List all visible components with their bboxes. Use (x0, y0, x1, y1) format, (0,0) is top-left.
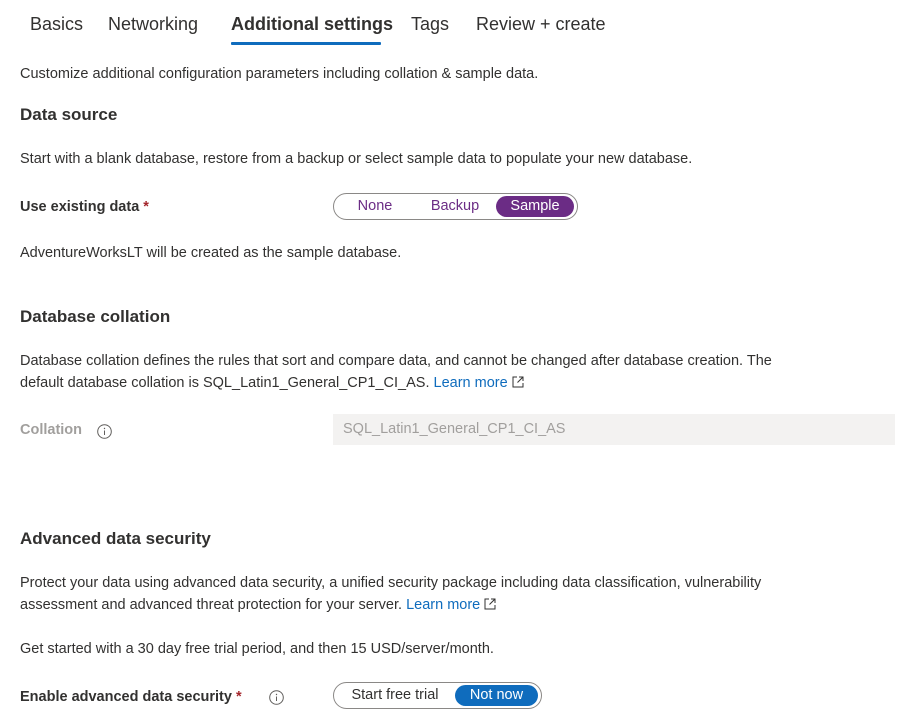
use-existing-data-toggle: None Backup Sample (333, 193, 578, 220)
data-source-description: Start with a blank database, restore fro… (20, 151, 693, 167)
active-tab-indicator (231, 42, 381, 45)
option-none[interactable]: None (343, 196, 407, 217)
tab-tags[interactable]: Tags (411, 14, 449, 35)
option-backup[interactable]: Backup (420, 196, 490, 217)
tab-basics[interactable]: Basics (30, 14, 83, 35)
required-asterisk: * (143, 199, 149, 215)
collation-description-line2: default database collation is SQL_Latin1… (20, 375, 524, 391)
tab-networking[interactable]: Networking (108, 14, 198, 35)
option-sample[interactable]: Sample (496, 196, 574, 217)
info-icon[interactable] (97, 424, 112, 439)
security-learn-more-link[interactable]: Learn more (406, 597, 496, 613)
tab-additional-settings[interactable]: Additional settings (231, 14, 393, 35)
security-description-line2-text: assessment and advanced threat protectio… (20, 597, 403, 613)
enable-security-label: Enable advanced data security * (20, 689, 242, 705)
option-start-free-trial[interactable]: Start free trial (340, 685, 450, 706)
enable-security-toggle: Start free trial Not now (333, 682, 542, 709)
collation-field[interactable]: SQL_Latin1_General_CP1_CI_AS (333, 414, 895, 445)
data-source-heading: Data source (20, 105, 118, 124)
use-existing-data-label-text: Use existing data (20, 199, 140, 215)
security-learn-more-text[interactable]: Learn more (406, 597, 480, 613)
database-collation-heading: Database collation (20, 307, 171, 326)
required-asterisk: * (235, 689, 242, 705)
security-description-line2: assessment and advanced threat protectio… (20, 597, 496, 613)
option-not-now[interactable]: Not now (455, 685, 538, 706)
tab-bar: Basics Networking Additional settings Ta… (0, 0, 917, 50)
external-link-icon (484, 598, 496, 610)
collation-description-line1: Database collation defines the rules tha… (20, 353, 772, 369)
pricing-text: Get started with a 30 day free trial per… (20, 641, 494, 657)
enable-security-label-text: Enable advanced data security (20, 689, 232, 705)
advanced-data-security-heading: Advanced data security (20, 529, 211, 548)
tab-review-create[interactable]: Review + create (476, 14, 606, 35)
intro-text: Customize additional configuration param… (20, 66, 539, 82)
external-link-icon (512, 376, 524, 388)
collation-description-line2-text: default database collation is SQL_Latin1… (20, 375, 430, 391)
collation-learn-more-text[interactable]: Learn more (434, 375, 508, 391)
collation-label: Collation (20, 422, 83, 438)
collation-learn-more-link[interactable]: Learn more (434, 375, 524, 391)
use-existing-data-label: Use existing data * (20, 199, 149, 215)
info-icon[interactable] (269, 690, 284, 705)
security-description-line1: Protect your data using advanced data se… (20, 575, 762, 591)
sample-database-note: AdventureWorksLT will be created as the … (20, 245, 402, 261)
